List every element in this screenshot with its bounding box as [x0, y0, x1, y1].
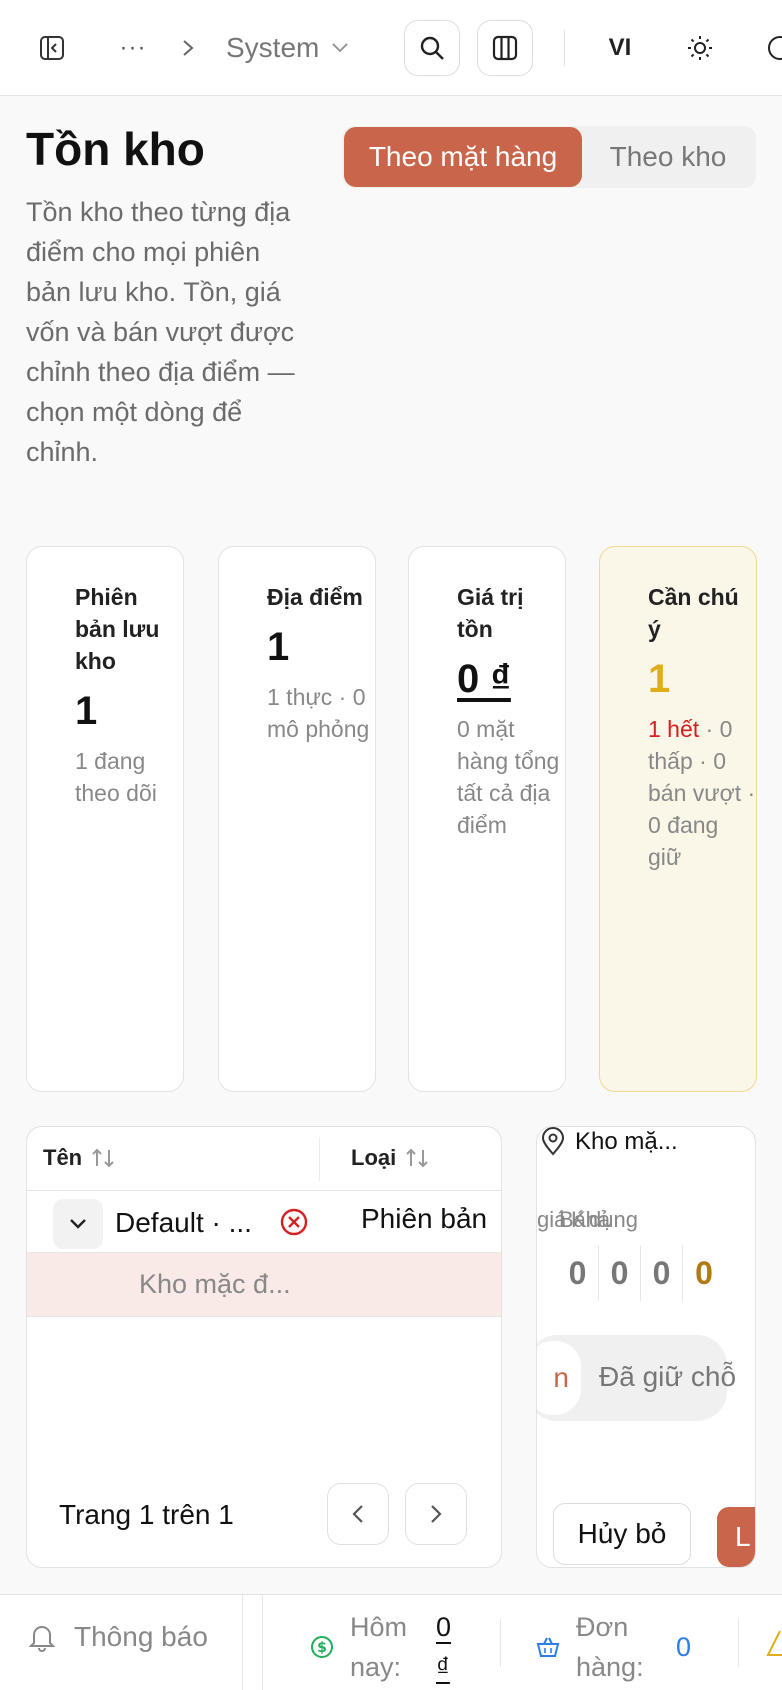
- top-bar: ··· System VI: [0, 0, 782, 96]
- page-description: Tồn kho theo từng địa điểm cho mọi phiên…: [26, 197, 295, 467]
- bell-icon: [28, 1626, 56, 1652]
- previous-page-button[interactable]: [327, 1483, 389, 1545]
- stat-label: Giá trị tồn: [457, 584, 524, 642]
- language-switch[interactable]: VI: [598, 28, 642, 68]
- detail-value: 0: [641, 1245, 683, 1301]
- stat-value: 1: [75, 689, 98, 733]
- out-of-stock-count: 1 hết: [648, 716, 700, 742]
- breadcrumb-current[interactable]: System: [226, 28, 349, 68]
- columns-icon: [492, 35, 518, 61]
- column-divider: [319, 1137, 320, 1181]
- chevron-left-icon: [352, 1505, 363, 1523]
- stat-sub: 0 mặt hàng tổng tất cả địa điểm: [457, 716, 560, 838]
- chevron-right-icon: [431, 1505, 442, 1523]
- detail-col-label: dụng: [589, 1207, 638, 1232]
- stat-label: Phiên bản lưu kho: [75, 584, 160, 674]
- orders-label: Đơn hàng:: [576, 1612, 644, 1682]
- detail-tabs: n Đã giữ chỗ: [537, 1335, 736, 1421]
- stat-value: 0 ₫: [457, 657, 511, 701]
- status-bar: Thông báo $ Hôm nay: 0 ₫ Đơn hàng: 0: [0, 1594, 782, 1690]
- today-value: 0 ₫: [436, 1612, 452, 1682]
- dollar-circle-icon: $: [311, 1636, 333, 1658]
- stat-card-locations: Địa điểm 1 1 thực · 0 mô phỏng: [218, 546, 376, 1092]
- notifications-label: Thông báo: [74, 1621, 208, 1652]
- next-page-button[interactable]: [405, 1483, 467, 1545]
- orders-value: 0: [676, 1632, 692, 1662]
- stat-label: Địa điểm: [267, 584, 363, 610]
- svg-text:$: $: [317, 1640, 327, 1656]
- footer-divider: [738, 1619, 739, 1667]
- stat-value: 1: [267, 625, 290, 669]
- sidebar-toggle-icon[interactable]: [34, 30, 70, 66]
- detail-value: 0: [695, 1254, 713, 1291]
- stat-card-variants: Phiên bản lưu kho 1 1 đang theo dõi: [26, 546, 184, 1092]
- detail-values: 0 0 0 0: [557, 1245, 725, 1301]
- stat-card-stock-value: Giá trị tồn 0 ₫ 0 mặt hàng tổng tất cả đ…: [408, 546, 566, 1092]
- stat-card-attention: Cần chú ý 1 1 hết · 0 thấp · 0 bán vượt …: [599, 546, 757, 1092]
- column-header-type[interactable]: Loại: [351, 1145, 430, 1171]
- topbar-divider: [564, 30, 565, 66]
- inventory-table: Tên Loại Default · ... Phiên bản Kho mặc…: [26, 1126, 502, 1568]
- chevron-down-icon: [70, 1219, 86, 1229]
- sort-icon: [92, 1148, 114, 1168]
- footer-divider: [500, 1619, 501, 1667]
- sort-icon: [406, 1148, 428, 1168]
- chevron-down-icon: [332, 43, 349, 53]
- column-header-label: Tên: [43, 1145, 83, 1170]
- view-toggle: Theo mặt hàng Theo kho: [342, 126, 756, 188]
- detail-tab-reserved[interactable]: Đã giữ chỗ: [599, 1361, 736, 1393]
- cancel-button[interactable]: Hủy bỏ: [553, 1503, 691, 1565]
- search-icon: [420, 36, 444, 60]
- stat-sub: 1 thực · 0 mô phỏng: [267, 684, 370, 742]
- view-by-item-button[interactable]: Theo mặt hàng: [344, 127, 582, 187]
- search-button[interactable]: [404, 20, 460, 76]
- detail-location: Kho mặ...: [575, 1128, 678, 1155]
- column-header-label: Loại: [351, 1145, 397, 1170]
- breadcrumb-more[interactable]: ···: [118, 28, 148, 68]
- subrow-location: Kho mặc đ...: [139, 1269, 291, 1299]
- table-header: Tên Loại: [27, 1127, 501, 1191]
- footer-divider: [262, 1595, 263, 1690]
- location-detail-panel: Kho mặ... giá Bán Khả dụng 0 0 0 0 n Đã …: [536, 1126, 756, 1568]
- breadcrumb-current-label: System: [226, 32, 320, 63]
- row-name: Default · ...: [115, 1207, 252, 1238]
- stat-value: 1: [648, 657, 671, 701]
- row-type: Phiên bản: [361, 1203, 488, 1234]
- chevron-right-icon: [176, 30, 200, 66]
- stat-sub: 1 đang theo dõi: [75, 748, 157, 806]
- sun-icon[interactable]: [680, 28, 720, 68]
- basket-icon: [536, 1637, 560, 1657]
- today-label: Hôm nay:: [350, 1612, 408, 1682]
- detail-header: Kho mặ...: [539, 1127, 678, 1157]
- table-subrow-selected[interactable]: Kho mặc đ...: [27, 1253, 501, 1317]
- expand-row-button[interactable]: [53, 1199, 103, 1249]
- orders-count: Đơn hàng: 0: [536, 1607, 691, 1687]
- footer-divider: [242, 1595, 243, 1690]
- user-icon[interactable]: [760, 28, 782, 68]
- stat-sub: 1 hết · 0 thấp · 0 bán vượt · 0 đang giữ: [648, 713, 756, 873]
- columns-button[interactable]: [477, 20, 533, 76]
- detail-tab-active[interactable]: n: [537, 1341, 581, 1415]
- view-by-warehouse-button[interactable]: Theo kho: [582, 127, 754, 187]
- today-sales: $ Hôm nay: 0 ₫: [310, 1607, 464, 1687]
- page-title: Tồn kho: [26, 123, 205, 175]
- out-of-stock-icon: [280, 1208, 308, 1236]
- notifications-button[interactable]: Thông báo: [28, 1621, 208, 1653]
- column-header-name[interactable]: Tên: [43, 1145, 116, 1171]
- table-row[interactable]: Default · ... Phiên bản: [27, 1191, 501, 1253]
- save-button[interactable]: L: [717, 1507, 755, 1567]
- stat-label: Cần chú ý: [648, 584, 739, 642]
- warning-icon: [766, 1630, 782, 1656]
- pagination-text: Trang 1 trên 1: [59, 1499, 234, 1530]
- map-pin-icon: [541, 1127, 565, 1156]
- detail-value: 0: [599, 1245, 641, 1301]
- detail-value: 0: [557, 1245, 599, 1301]
